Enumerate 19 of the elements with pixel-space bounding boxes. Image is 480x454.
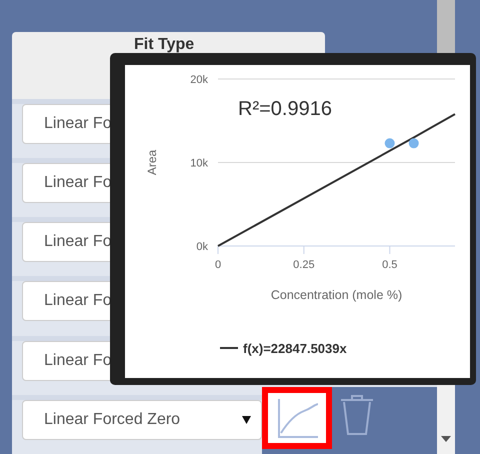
x-axis-title: Concentration (mole %)	[270, 288, 402, 302]
x-tick-label: 0.25	[293, 259, 315, 271]
y-tick-label: 10k	[190, 158, 208, 170]
x-tick-label: 0.5	[382, 259, 398, 271]
y-tick-label: 20k	[190, 74, 208, 86]
legend-line-icon	[220, 347, 238, 349]
data-point	[408, 138, 419, 148]
x-tick-label: 0	[214, 259, 222, 271]
chart-button[interactable]	[262, 386, 332, 449]
y-axis-title: Area	[145, 150, 159, 176]
data-point	[384, 138, 395, 148]
trash-icon[interactable]	[340, 392, 374, 435]
y-tick-label: 0k	[196, 241, 208, 253]
caret-icon	[242, 416, 251, 424]
scroll-down-icon[interactable]	[441, 436, 451, 442]
fit-type-select[interactable]: Linear Forced Zero	[22, 400, 262, 440]
curve-chart-icon	[276, 396, 318, 439]
legend-label: f(x)=22847.5039x	[243, 341, 347, 356]
r-squared-label: R²=0.9916	[238, 98, 332, 120]
